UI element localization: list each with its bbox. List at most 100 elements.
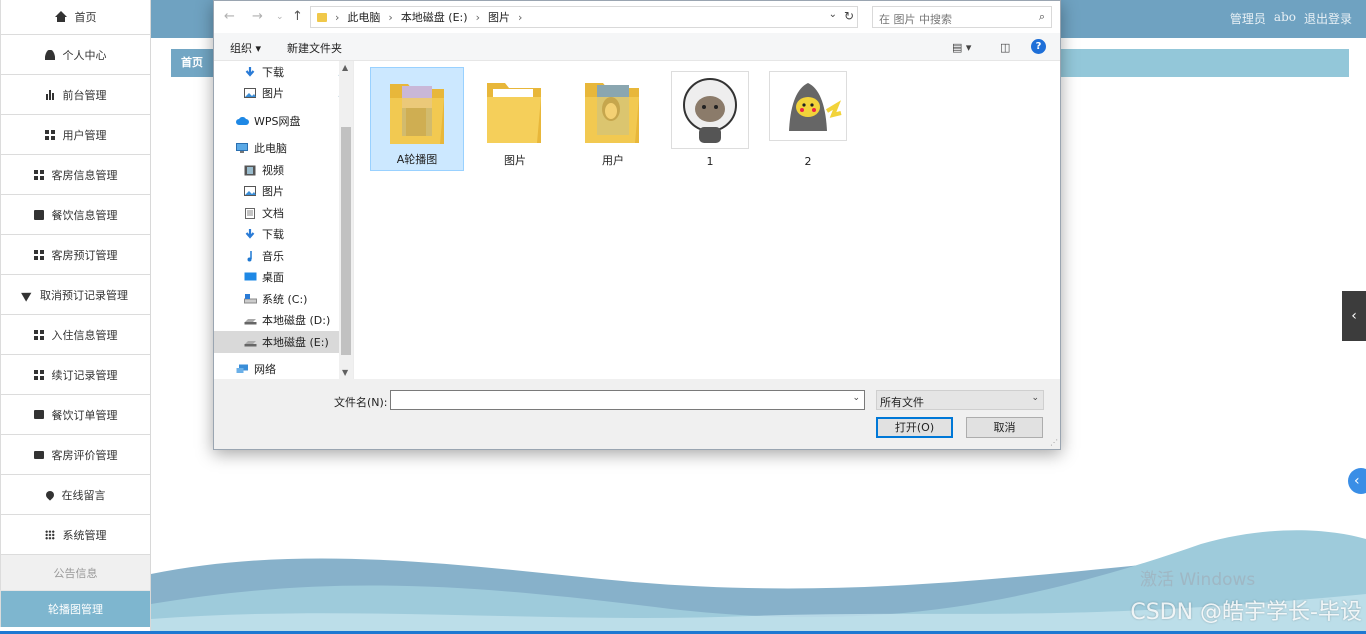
logout-link[interactable]: 退出登录	[1304, 10, 1352, 27]
help-icon[interactable]: ?	[1031, 39, 1046, 54]
sidebar-item[interactable]: 取消预订记录管理	[0, 275, 150, 315]
sidebar-item[interactable]: 客房信息管理	[0, 155, 150, 195]
side-collapse-tab[interactable]: ‹	[1342, 291, 1366, 341]
bar-chart-icon	[44, 89, 55, 100]
sidebar-item-label: 餐饮信息管理	[51, 208, 118, 222]
chevron-down-icon[interactable]: ⌄	[852, 393, 860, 403]
briefcase-icon	[33, 450, 44, 459]
file-item[interactable]: 用户	[566, 67, 660, 171]
nav-item[interactable]: 图片	[214, 181, 353, 203]
windows-activation-text: 激活 Windows	[1140, 570, 1256, 590]
address-segment[interactable]: 此电脑	[347, 9, 380, 25]
chevron-right-icon[interactable]: ›	[388, 11, 392, 24]
address-bar[interactable]: › 此电脑 › 本地磁盘 (E:) › 图片 › ⌄ ↻	[310, 6, 858, 28]
nav-item[interactable]: 图片📌	[214, 83, 353, 105]
scroll-down-icon[interactable]: ▼	[342, 368, 348, 377]
nav-item[interactable]: 本地磁盘 (D:)	[214, 310, 353, 332]
nav-item[interactable]: 网络	[214, 359, 353, 380]
refresh-icon[interactable]: ↻	[844, 9, 854, 23]
nav-scrollbar[interactable]: ▲ ▼	[339, 61, 353, 379]
file-label: 用户	[602, 154, 624, 167]
nav-item[interactable]: WPS网盘	[214, 110, 353, 132]
nav-item[interactable]: 本地磁盘 (E:)	[214, 331, 353, 353]
sidebar-subitem[interactable]: 轮播图管理	[0, 591, 150, 627]
search-input[interactable]: 在 图片 中搜索 ⌕	[872, 6, 1052, 28]
floating-toggle-button[interactable]: ‹	[1348, 468, 1366, 494]
grid-icon	[33, 249, 44, 260]
resize-grip-icon[interactable]: ⋰	[1050, 438, 1058, 447]
user-icon	[44, 49, 55, 60]
nav-item[interactable]: 系统 (C:)	[214, 288, 353, 310]
scroll-up-icon[interactable]: ▲	[342, 63, 348, 72]
nav-item[interactable]: 此电脑	[214, 138, 353, 160]
sidebar-item[interactable]: 客房评价管理	[0, 435, 150, 475]
send-icon	[21, 287, 34, 302]
dots-grid-icon	[44, 529, 55, 540]
music-icon	[244, 250, 256, 262]
cancel-button[interactable]: 取消	[966, 417, 1043, 438]
chevron-right-icon[interactable]: ›	[518, 11, 522, 24]
nav-item[interactable]: 音乐	[214, 245, 353, 267]
sidebar-item-label: 个人中心	[62, 48, 107, 62]
nav-item-label: 本地磁盘 (E:)	[262, 335, 329, 349]
file-label: 2	[804, 155, 812, 168]
file-type-value: 所有文件	[880, 396, 924, 409]
sidebar: 首页个人中心前台管理用户管理客房信息管理餐饮信息管理客房预订管理 取消预订记录管理…	[0, 0, 151, 634]
sidebar-item[interactable]: 续订记录管理	[0, 355, 150, 395]
sidebar-item[interactable]: 在线留言	[0, 475, 150, 515]
sidebar-item[interactable]: 餐饮订单管理	[0, 395, 150, 435]
view-mode-icon[interactable]: ▤ ▾	[952, 41, 971, 54]
address-segment[interactable]: 本地磁盘 (E:)	[401, 9, 468, 25]
file-item[interactable]: 2	[761, 67, 855, 171]
drive-icon	[244, 315, 257, 325]
nav-item[interactable]: 文档	[214, 202, 353, 224]
sidebar-item[interactable]: 客房预订管理	[0, 235, 150, 275]
forward-arrow-icon[interactable]: →	[252, 9, 263, 24]
pictures-icon	[244, 186, 256, 197]
nav-item[interactable]: 桌面	[214, 267, 353, 289]
breadcrumb-home[interactable]: 首页	[171, 49, 213, 77]
sidebar-item[interactable]: 首页	[0, 0, 150, 35]
drive-c-icon	[244, 293, 257, 304]
filename-input[interactable]: ⌄	[390, 390, 865, 410]
file-item[interactable]: 1	[663, 67, 757, 171]
navigation-pane: 下载📌图片📌 WPS网盘此电脑视频图片文档下载音乐桌面系统 (C:) 本地磁盘 (D…	[214, 61, 354, 379]
preview-pane-icon[interactable]: ◫	[1000, 41, 1010, 54]
sidebar-item-label: 首页	[74, 11, 97, 24]
download-icon	[244, 66, 256, 77]
dialog-footer: 文件名(N): ⌄ 所有文件 ⌄ 打开(O) 取消 ⋰	[214, 379, 1060, 449]
nav-item-label: 下载	[262, 228, 284, 242]
sidebar-item[interactable]: 入住信息管理	[0, 315, 150, 355]
username: abo	[1273, 10, 1296, 24]
organize-menu[interactable]: 组织 ▾	[230, 40, 261, 56]
sidebar-item[interactable]: 用户管理	[0, 115, 150, 155]
file-label: 1	[706, 155, 714, 168]
sidebar-item[interactable]: 个人中心	[0, 35, 150, 75]
new-folder-button[interactable]: 新建文件夹	[287, 40, 342, 56]
chevron-right-icon[interactable]: ›	[476, 11, 480, 24]
nav-item[interactable]: 下载📌	[214, 61, 353, 83]
sidebar-item[interactable]: 餐饮信息管理	[0, 195, 150, 235]
sidebar-item[interactable]: 前台管理	[0, 75, 150, 115]
chevron-down-icon[interactable]: ⌄	[829, 9, 837, 20]
nav-item-label: 本地磁盘 (D:)	[262, 314, 331, 328]
sidebar-item-label: 用户管理	[62, 128, 107, 142]
nav-item[interactable]: 视频	[214, 159, 353, 181]
sidebar-item-label: 前台管理	[62, 88, 107, 102]
chevron-right-icon[interactable]: ›	[335, 11, 339, 24]
nav-item-label: 音乐	[262, 249, 284, 263]
file-item[interactable]: 图片	[468, 67, 562, 171]
open-button[interactable]: 打开(O)	[876, 417, 953, 438]
nav-item[interactable]: 下载	[214, 224, 353, 246]
sidebar-item[interactable]: 系统管理	[0, 515, 150, 555]
computer-icon	[236, 143, 248, 154]
file-item[interactable]: A轮播图	[370, 67, 464, 171]
recent-chevron-icon[interactable]: ⌄	[276, 12, 284, 22]
up-arrow-icon[interactable]: ↑	[292, 9, 303, 24]
sidebar-item-label: 客房评价管理	[51, 448, 118, 462]
back-arrow-icon[interactable]: ←	[224, 9, 235, 24]
address-segment[interactable]: 图片	[488, 9, 510, 25]
scrollbar-thumb[interactable]	[341, 127, 351, 355]
file-type-select[interactable]: 所有文件 ⌄	[876, 390, 1044, 410]
sidebar-subitem[interactable]: 公告信息	[0, 555, 150, 591]
